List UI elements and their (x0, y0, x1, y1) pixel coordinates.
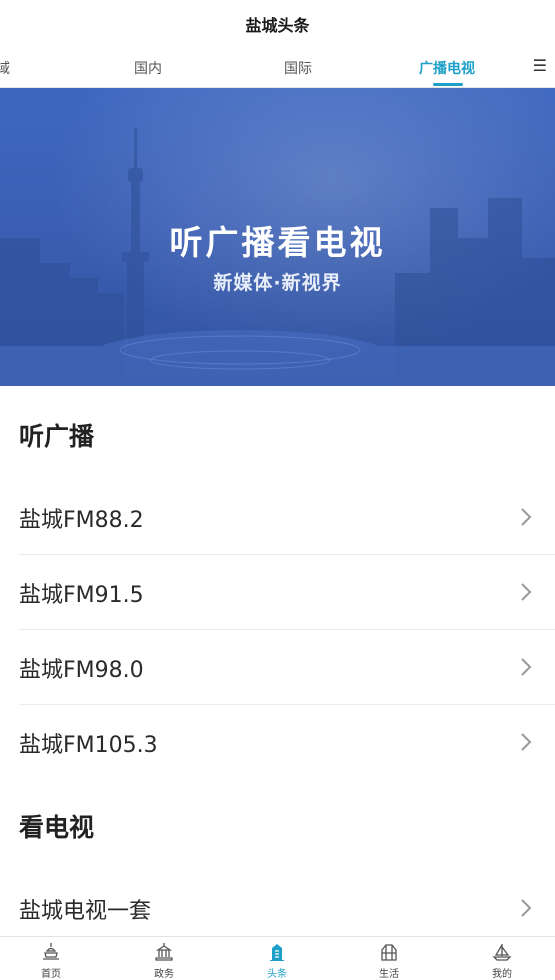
tv-item-channel-1[interactable]: 盐城电视一套 (19, 871, 555, 946)
banner-headline: 听广播看电视 (169, 223, 386, 262)
active-tab-indicator (433, 83, 463, 86)
nav-profile[interactable]: 我的 (462, 941, 542, 980)
bottom-navigation: 首页 政务 头条 生活 我的 (0, 936, 555, 980)
life-icon (381, 944, 397, 961)
nav-home[interactable]: 首页 (11, 941, 91, 980)
radio-item-label: 盐城FM98.0 (19, 658, 144, 683)
radio-item-label: 盐城FM91.5 (19, 583, 144, 608)
radio-section-title: 听广播 (19, 422, 95, 451)
tv-item-label: 盐城电视一套 (19, 899, 152, 924)
menu-icon[interactable]: ☰ (533, 56, 547, 75)
government-icon (155, 943, 173, 961)
banner: 听广播看电视 新媒体·新视界 (0, 88, 555, 386)
tab-international[interactable]: 国际 (284, 58, 312, 78)
radio-item-fm88[interactable]: 盐城FM88.2 (19, 480, 555, 555)
nav-label: 生活 (379, 969, 399, 980)
chevron-right-icon (521, 658, 532, 676)
radio-item-label: 盐城FM105.3 (19, 733, 158, 758)
radio-item-fm91[interactable]: 盐城FM91.5 (19, 555, 555, 630)
radio-item-fm98[interactable]: 盐城FM98.0 (19, 630, 555, 705)
home-icon (43, 943, 59, 960)
tv-section-title: 看电视 (19, 813, 95, 842)
chevron-right-icon (521, 733, 532, 751)
category-tabs: 域 国内 国际 广播电视 ☰ (0, 48, 555, 88)
nav-label: 我的 (492, 969, 512, 980)
radio-item-fm105[interactable]: 盐城FM105.3 (19, 705, 555, 780)
nav-government[interactable]: 政务 (124, 941, 204, 980)
headlines-icon (270, 944, 284, 961)
nav-label: 首页 (41, 969, 61, 980)
tab-local[interactable]: 域 (0, 58, 10, 78)
nav-headlines[interactable]: 头条 (237, 941, 317, 980)
profile-icon (492, 944, 512, 961)
page-title: 盐城头条 (245, 16, 310, 35)
chevron-right-icon (521, 583, 532, 601)
tab-broadcast-tv[interactable]: 广播电视 (419, 58, 475, 78)
banner-subline: 新媒体·新视界 (213, 272, 342, 294)
chevron-right-icon (521, 508, 532, 526)
radio-item-label: 盐城FM88.2 (19, 508, 144, 533)
nav-label: 政务 (154, 969, 174, 980)
tab-domestic[interactable]: 国内 (134, 58, 162, 78)
nav-life[interactable]: 生活 (349, 941, 429, 980)
chevron-right-icon (521, 899, 532, 917)
nav-label: 头条 (267, 969, 287, 980)
top-bar: 盐城头条 (0, 0, 555, 48)
